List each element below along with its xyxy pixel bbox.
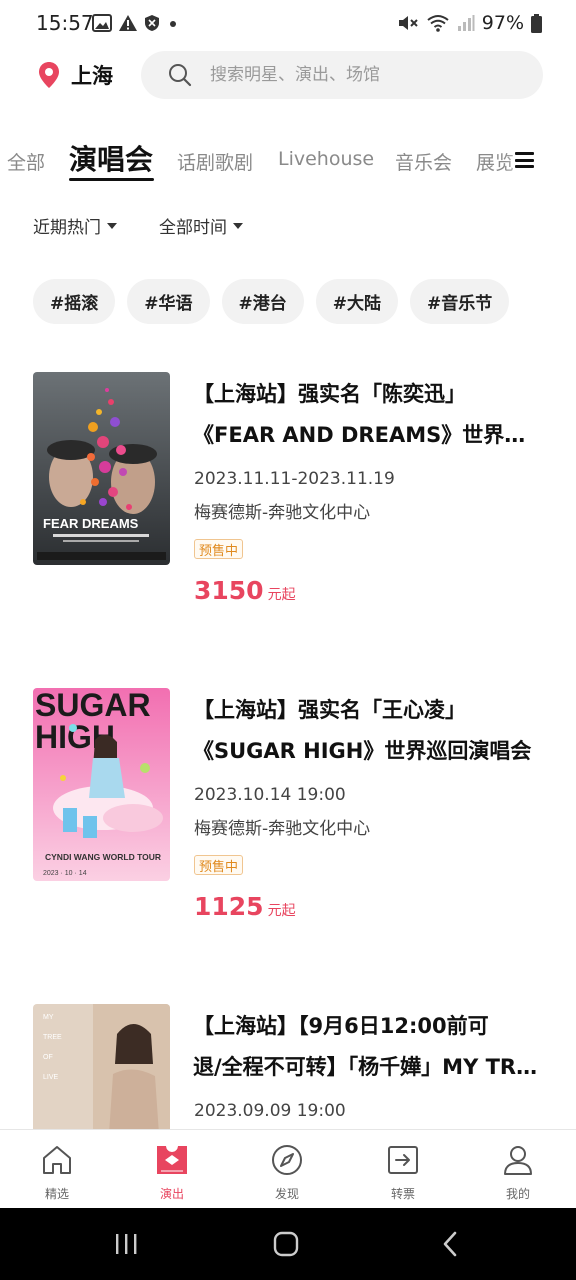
search-input[interactable]: [210, 65, 510, 85]
compass-icon: [270, 1142, 304, 1178]
category-tabs: 全部 演唱会 话剧歌剧 Livehouse 音乐会 展览: [0, 134, 576, 184]
nav-label: 发现: [274, 1187, 299, 1201]
nav-item-discover[interactable]: 发现: [237, 1130, 337, 1209]
event-date: 2023.09.09 19:00: [194, 1101, 346, 1121]
app-screen: 15:57 97% 上海 全部 演唱会 话剧歌剧 Livehouse 音: [0, 0, 576, 1280]
time-filter[interactable]: 全部时间: [159, 213, 243, 238]
battery-icon: [531, 13, 542, 33]
svg-text:2023 · 10 · 14: 2023 · 10 · 14: [43, 870, 87, 877]
location-selector[interactable]: 上海: [37, 60, 113, 90]
svg-text:FEAR DREAMS: FEAR DREAMS: [43, 516, 139, 531]
status-bar: 15:57 97%: [0, 0, 576, 46]
nav-item-shows[interactable]: 演出: [122, 1130, 222, 1209]
nav-label: 演出: [159, 1187, 184, 1201]
svg-text:SUGAR: SUGAR: [35, 688, 151, 723]
event-title-line1: 【上海站】强实名「王心凌」: [193, 698, 466, 722]
home-button-icon[interactable]: [272, 1230, 300, 1258]
nav-label: 我的: [505, 1187, 530, 1201]
caret-down-icon: [233, 222, 243, 229]
event-card[interactable]: FEAR DREAMS 【上海站】强实名「陈奕迅」 《FEAR AND DREA…: [33, 372, 543, 612]
dot-icon: [170, 21, 176, 27]
event-price: 3150 元起: [194, 576, 296, 605]
profile-icon: [501, 1142, 535, 1178]
svg-text:MY: MY: [43, 1014, 54, 1021]
menu-icon[interactable]: [515, 152, 534, 168]
event-poster: SUGAR HIGH CYNDI WANG WORLD TOUR 2023 · …: [33, 688, 170, 881]
nav-item-mine[interactable]: 我的: [468, 1130, 568, 1209]
warning-icon: [119, 15, 137, 31]
event-card[interactable]: SUGAR HIGH CYNDI WANG WORLD TOUR 2023 · …: [33, 688, 543, 928]
tab-concert[interactable]: 演唱会: [69, 138, 153, 178]
svg-text:TREE: TREE: [43, 1034, 62, 1041]
nav-label: 精选: [44, 1187, 69, 1201]
active-tab-indicator: [69, 178, 154, 181]
presale-badge: 预售中: [194, 855, 244, 875]
event-title-line2: 退/全程不可转】「杨千嬅」MY TREE OF LIVE: [193, 1055, 543, 1079]
signal-icon: [457, 15, 475, 31]
event-date: 2023.11.11-2023.11.19: [194, 469, 395, 489]
svg-text:OF: OF: [43, 1054, 53, 1061]
tag-chip-rock[interactable]: #摇滚: [33, 279, 116, 324]
search-icon: [168, 63, 192, 87]
price-unit: 元起: [267, 903, 296, 919]
sort-filter[interactable]: 近期热门: [33, 213, 117, 238]
status-time: 15:57: [36, 11, 94, 35]
event-venue: 梅赛德斯-奔驰文化中心: [194, 819, 371, 839]
event-title-line1: 【上海站】强实名「陈奕迅」: [193, 382, 466, 406]
shield-icon: [145, 15, 159, 31]
city-label: 上海: [71, 64, 113, 88]
nav-item-resale[interactable]: 转票: [353, 1130, 453, 1209]
event-poster: MY TREE OF LIVE: [33, 1004, 170, 1129]
tag-chip-chinese[interactable]: #华语: [127, 279, 210, 324]
home-icon: [40, 1142, 74, 1178]
sort-filter-label: 近期热门: [33, 218, 101, 238]
event-card[interactable]: MY TREE OF LIVE 【上海站】【9月6日12:00前可 退/全程不可…: [33, 1004, 543, 1129]
tab-all[interactable]: 全部: [7, 148, 45, 175]
price-unit: 元起: [267, 587, 296, 603]
location-pin-icon: [39, 62, 59, 88]
event-venue: 梅赛德斯-奔驰文化中心: [194, 503, 371, 523]
wifi-icon: [427, 15, 449, 32]
event-date: 2023.10.14 19:00: [194, 785, 346, 805]
event-poster: FEAR DREAMS: [33, 372, 170, 565]
event-title-line1: 【上海站】【9月6日12:00前可: [193, 1014, 489, 1038]
gallery-icon: [92, 14, 112, 32]
price-amount: 1125: [194, 892, 264, 921]
event-price: 1125 元起: [194, 892, 296, 921]
tab-drama-opera[interactable]: 话剧歌剧: [177, 148, 253, 175]
recent-apps-icon[interactable]: [112, 1230, 140, 1258]
transfer-icon: [386, 1142, 420, 1178]
system-nav-bar: [0, 1208, 576, 1280]
tag-chip-mainland[interactable]: #大陆: [315, 279, 398, 324]
back-icon[interactable]: [436, 1230, 464, 1258]
tag-chip-hk-tw[interactable]: #港台: [221, 279, 304, 324]
tab-music-concert[interactable]: 音乐会: [395, 148, 452, 175]
tag-list: #摇滚 #华语 #港台 #大陆 #音乐节: [33, 279, 510, 324]
price-amount: 3150: [194, 576, 264, 605]
bottom-nav: 精选 演出 发现 转票 我的: [0, 1129, 576, 1208]
presale-badge: 预售中: [194, 539, 244, 559]
tag-chip-festival[interactable]: #音乐节: [410, 279, 510, 324]
event-title-line2: 《SUGAR HIGH》世界巡回演唱会: [193, 739, 532, 763]
nav-item-featured[interactable]: 精选: [7, 1130, 107, 1209]
ticket-icon: [155, 1142, 189, 1178]
caret-down-icon: [107, 222, 117, 229]
battery-level: 97%: [481, 12, 524, 34]
event-title-line2: 《FEAR AND DREAMS》世界巡回演唱会: [193, 423, 543, 447]
tab-livehouse[interactable]: Livehouse: [278, 148, 374, 170]
time-filter-label: 全部时间: [159, 218, 227, 238]
search-bar[interactable]: [141, 51, 543, 99]
nav-label: 转票: [390, 1187, 415, 1201]
svg-text:LIVE: LIVE: [43, 1074, 59, 1081]
mute-icon: [398, 16, 418, 30]
svg-text:CYNDI WANG WORLD TOUR: CYNDI WANG WORLD TOUR: [45, 852, 161, 862]
